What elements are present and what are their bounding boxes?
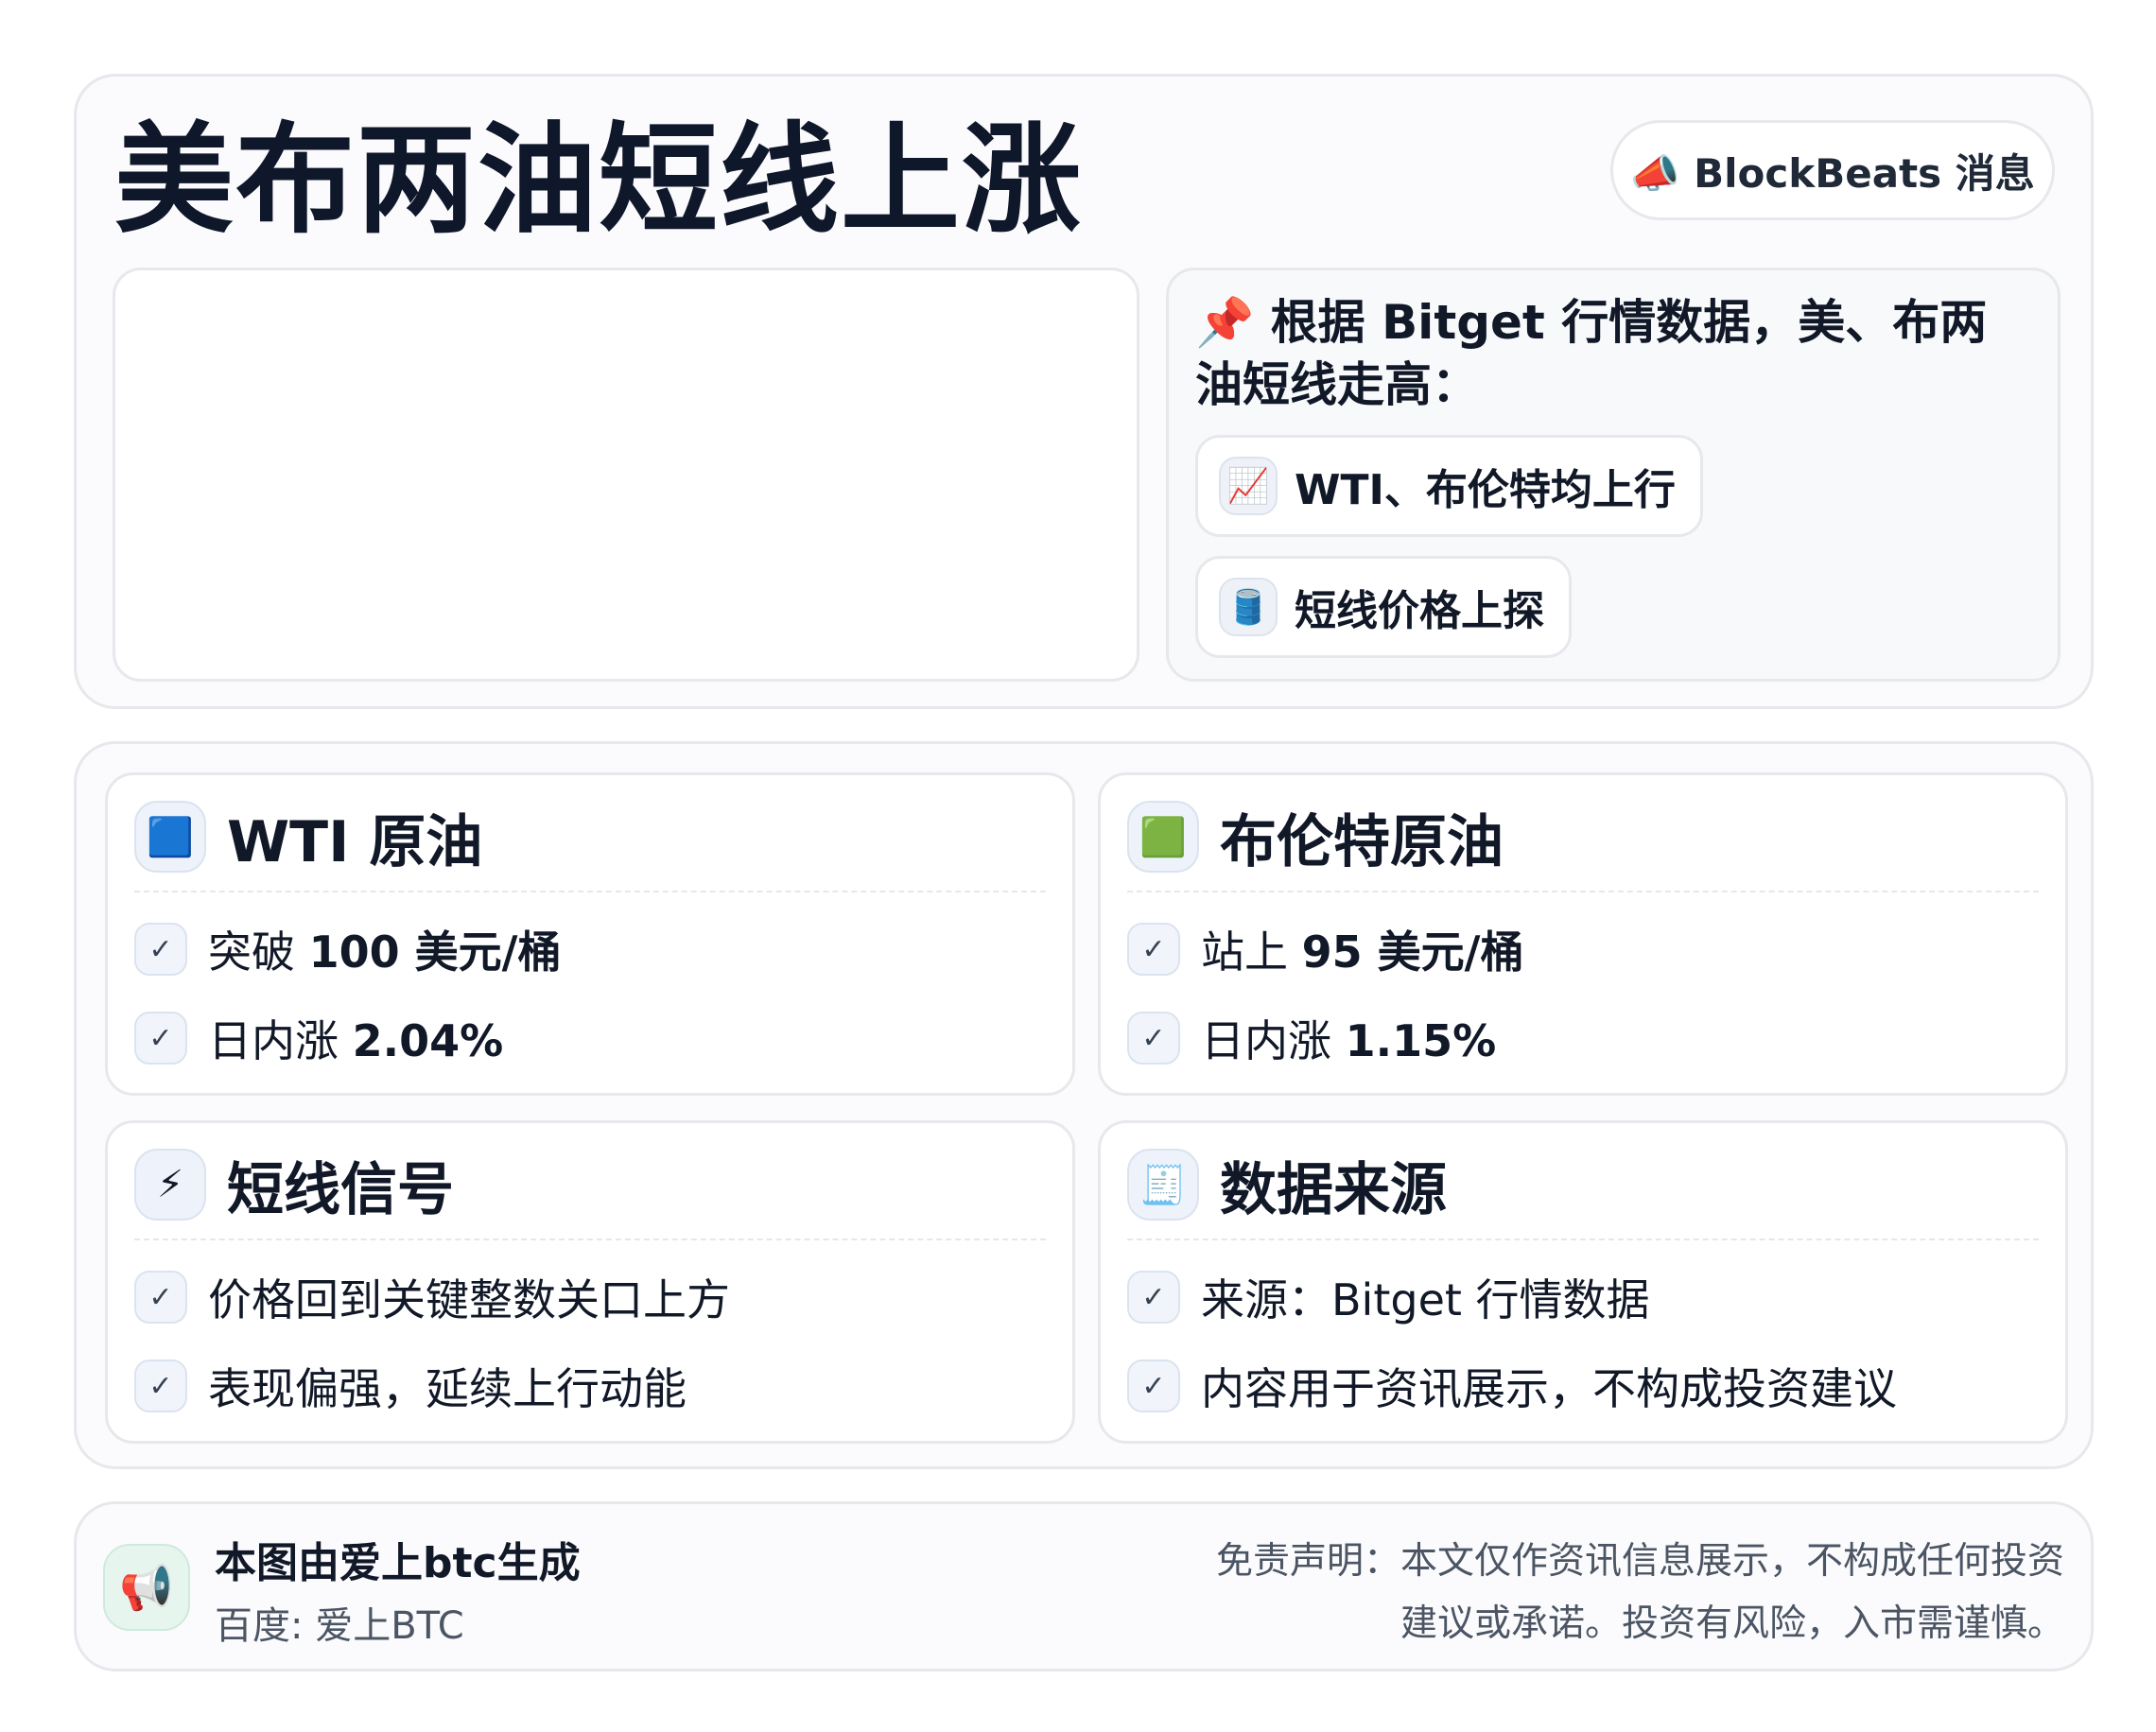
list-item: ✓ 来源：Bitget 行情数据 bbox=[1127, 1265, 2039, 1329]
card-title: 布伦特原油 bbox=[1220, 808, 1504, 875]
footer-title: 本图由爱上btc生成 bbox=[215, 1539, 581, 1587]
footer: 📢 本图由爱上btc生成 百度: 爱上BTC 免责声明：本文仅作资讯信息展示，不… bbox=[74, 1501, 2094, 1671]
chart-increasing-icon: 📈 bbox=[1219, 457, 1278, 515]
list-item: ✓ 站上 95 美元/桶 bbox=[1127, 917, 2039, 981]
check-icon: ✓ bbox=[1127, 1271, 1180, 1324]
item-text: 表现偏强，延续上行动能 bbox=[208, 1363, 687, 1414]
green-square-icon: 🟩 bbox=[1127, 801, 1199, 873]
source-card: 🧾 数据来源 ✓ 来源：Bitget 行情数据 ✓ 内容用于资讯展示，不构成投资… bbox=[1098, 1120, 2068, 1444]
summary-chip: 📈 WTI、布伦特均上行 bbox=[1195, 435, 1703, 537]
item-prefix: 日内涨 bbox=[1201, 1015, 1346, 1066]
list-item: ✓ 日内涨 1.15% bbox=[1127, 1006, 2039, 1070]
disclaimer-line: 免责声明：本文仅作资讯信息展示，不构成任何投资 bbox=[1215, 1540, 2064, 1583]
item-value: 95 美元/桶 bbox=[1301, 927, 1524, 978]
summary-chip: 🛢️ 短线价格上探 bbox=[1195, 556, 1572, 658]
divider bbox=[1127, 891, 2039, 892]
signal-card: ⚡ 短线信号 ✓ 价格回到关键整数关口上方 ✓ 表现偏强，延续上行动能 bbox=[105, 1120, 1075, 1444]
disclaimer-line: 建议或承诺。投资有风险，入市需谨慎。 bbox=[1400, 1602, 2064, 1645]
wti-card: 🟦 WTI 原油 ✓ 突破 100 美元/桶 ✓ 日内涨 2.04% bbox=[105, 772, 1075, 1096]
item-text: 来源：Bitget 行情数据 bbox=[1201, 1274, 1650, 1325]
card-title: 数据来源 bbox=[1220, 1156, 1447, 1223]
list-item: ✓ 突破 100 美元/桶 bbox=[134, 917, 1046, 981]
list-item: ✓ 价格回到关键整数关口上方 bbox=[134, 1265, 1046, 1329]
item-text: 内容用于资讯展示，不构成投资建议 bbox=[1201, 1363, 1897, 1414]
badge-label: 📣 BlockBeats 消息 bbox=[1630, 149, 2035, 197]
list-item: ✓ 日内涨 2.04% bbox=[134, 1006, 1046, 1070]
check-icon: ✓ bbox=[134, 1360, 187, 1412]
check-icon: ✓ bbox=[134, 1271, 187, 1324]
check-icon: ✓ bbox=[1127, 923, 1180, 976]
page-title: 美布两油短线上涨 bbox=[114, 111, 1083, 250]
summary-heading: 📌 根据 Bitget 行情数据，美、布两油短线走高： bbox=[1195, 295, 1988, 412]
chip-label: 短线价格上探 bbox=[1295, 587, 1544, 635]
brent-card: 🟩 布伦特原油 ✓ 站上 95 美元/桶 ✓ 日内涨 1.15% bbox=[1098, 772, 2068, 1096]
item-prefix: 日内涨 bbox=[208, 1015, 353, 1066]
divider bbox=[134, 891, 1046, 892]
item-value: 1.15% bbox=[1345, 1015, 1497, 1066]
check-icon: ✓ bbox=[134, 1012, 187, 1065]
check-icon: ✓ bbox=[1127, 1360, 1180, 1412]
list-item: ✓ 内容用于资讯展示，不构成投资建议 bbox=[1127, 1354, 2039, 1418]
item-prefix: 突破 bbox=[208, 927, 309, 978]
divider bbox=[1127, 1238, 2039, 1240]
details-grid: 🟦 WTI 原油 ✓ 突破 100 美元/桶 ✓ 日内涨 2.04% 🟩 布伦特… bbox=[74, 741, 2094, 1469]
check-icon: ✓ bbox=[134, 923, 187, 976]
blue-square-icon: 🟦 bbox=[134, 801, 206, 873]
list-item: ✓ 表现偏强，延续上行动能 bbox=[134, 1354, 1046, 1418]
item-prefix: 站上 bbox=[1201, 927, 1302, 978]
card-title: 短线信号 bbox=[227, 1156, 454, 1223]
check-icon: ✓ bbox=[1127, 1012, 1180, 1065]
item-value: 100 美元/桶 bbox=[308, 927, 562, 978]
oil-drum-icon: 🛢️ bbox=[1219, 578, 1278, 636]
lightning-icon: ⚡ bbox=[134, 1149, 206, 1221]
image-placeholder bbox=[113, 268, 1139, 682]
footer-subtitle: 百度: 爱上BTC bbox=[215, 1604, 464, 1648]
card-title: WTI 原油 bbox=[227, 808, 483, 875]
source-badge: 📣 BlockBeats 消息 bbox=[1610, 120, 2055, 220]
loudspeaker-icon: 📢 bbox=[103, 1544, 190, 1631]
item-text: 价格回到关键整数关口上方 bbox=[208, 1274, 730, 1325]
chip-label: WTI、布伦特均上行 bbox=[1295, 466, 1676, 514]
disclaimer: 免责声明：本文仅作资讯信息展示，不构成任何投资 建议或承诺。投资有风险，入市需谨… bbox=[1175, 1531, 2064, 1655]
receipt-icon: 🧾 bbox=[1127, 1149, 1199, 1221]
hero-card: 美布两油短线上涨 📣 BlockBeats 消息 📌 根据 Bitget 行情数… bbox=[74, 74, 2094, 709]
summary-panel: 📌 根据 Bitget 行情数据，美、布两油短线走高： 📈 WTI、布伦特均上行… bbox=[1166, 268, 2060, 682]
item-value: 2.04% bbox=[352, 1015, 504, 1066]
divider bbox=[134, 1238, 1046, 1240]
